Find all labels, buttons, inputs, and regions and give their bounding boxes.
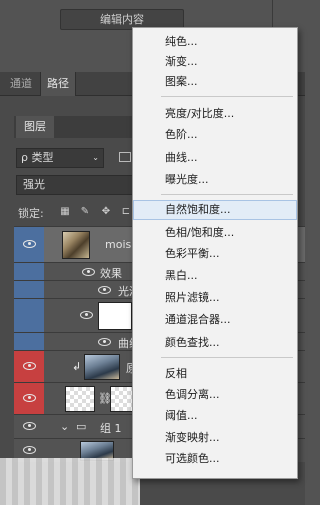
menu-separator: [161, 96, 293, 97]
layer-thumbnail: [65, 386, 95, 412]
menu-item-channel-mixer[interactable]: 通道混合器...: [133, 310, 297, 330]
visibility-column: [14, 299, 44, 332]
clip-arrow-icon: ↲: [72, 360, 82, 373]
menu-item-gradient-map[interactable]: 渐变映射...: [133, 428, 297, 448]
eye-icon[interactable]: [23, 362, 36, 370]
layer-filter-select[interactable]: ρ 类型 ⌄: [16, 148, 104, 168]
menu-item-gradient[interactable]: 渐变...: [133, 52, 297, 72]
menu-item-posterize[interactable]: 色调分离...: [133, 385, 297, 405]
eye-icon[interactable]: [98, 338, 111, 346]
mask-thumbnail: [98, 302, 132, 330]
visibility-toggle[interactable]: [14, 383, 44, 414]
menu-item-color-balance[interactable]: 色彩平衡...: [133, 244, 297, 264]
effects-label: 效果: [100, 267, 122, 280]
tab-paths[interactable]: 路径: [40, 72, 76, 96]
visibility-toggle[interactable]: [14, 415, 44, 438]
menu-separator: [161, 357, 293, 358]
eye-icon[interactable]: [23, 446, 36, 454]
chevron-down-icon[interactable]: ⌄: [60, 420, 69, 433]
menu-item-pattern[interactable]: 图案...: [133, 72, 297, 92]
lock-transparent-icon[interactable]: ▦: [60, 207, 70, 217]
menu-item-curves[interactable]: 曲线...: [133, 148, 297, 168]
filter-label: ρ 类型: [21, 151, 54, 164]
visibility-column: [14, 333, 44, 350]
lock-label: 锁定:: [18, 207, 44, 220]
menu-item-brightness-contrast[interactable]: 亮度/对比度...: [133, 104, 297, 124]
lock-row: 锁定: ▦ ✎ ✥ ⊏: [0, 202, 140, 222]
visibility-column: [14, 263, 44, 280]
menu-item-invert[interactable]: 反相: [133, 364, 297, 384]
lock-artboard-icon[interactable]: ⊏: [121, 207, 131, 217]
menu-item-selective-color[interactable]: 可选颜色...: [133, 449, 297, 469]
eye-icon[interactable]: [23, 394, 36, 402]
menu-separator: [161, 194, 293, 195]
lock-move-icon[interactable]: ✥: [101, 207, 111, 217]
eye-icon[interactable]: [23, 240, 36, 248]
menu-item-solid-color[interactable]: 纯色...: [133, 32, 297, 52]
menu-item-color-lookup[interactable]: 颜色查找...: [133, 333, 297, 353]
eye-icon[interactable]: [98, 286, 111, 294]
folder-icon: ▭: [76, 420, 87, 433]
chevron-down-icon: ⌄: [92, 153, 99, 162]
menu-item-threshold[interactable]: 阈值...: [133, 406, 297, 426]
blend-mode-select[interactable]: 强光: [16, 175, 134, 195]
adjustment-context-menu: 纯色... 渐变... 图案... 亮度/对比度... 色阶... 曲线... …: [132, 27, 298, 479]
menu-item-black-white[interactable]: 黑白...: [133, 266, 297, 286]
lock-brush-icon[interactable]: ✎: [80, 207, 90, 217]
layer-thumbnail: [84, 354, 120, 380]
menu-item-hue-saturation[interactable]: 色相/饱和度...: [133, 223, 297, 243]
blurred-watermark: [0, 458, 140, 505]
eye-icon[interactable]: [23, 422, 36, 430]
tab-channels[interactable]: 通道: [4, 72, 38, 96]
menu-item-exposure[interactable]: 曝光度...: [133, 170, 297, 190]
menu-item-vibrance[interactable]: 自然饱和度...: [133, 200, 297, 220]
visibility-toggle[interactable]: [14, 351, 44, 382]
tab-layers[interactable]: 图层: [16, 116, 54, 138]
eye-icon[interactable]: [82, 268, 95, 276]
group-name: 组 1: [100, 422, 122, 435]
eye-icon[interactable]: [80, 311, 93, 319]
visibility-column: [14, 281, 44, 298]
visibility-toggle[interactable]: [14, 227, 44, 262]
image-filter-icon[interactable]: [119, 152, 131, 162]
layer-name: mois: [105, 238, 132, 251]
menu-item-levels[interactable]: 色阶...: [133, 125, 297, 145]
layer-thumbnail: [62, 231, 90, 259]
menu-item-photo-filter[interactable]: 照片滤镜...: [133, 288, 297, 308]
